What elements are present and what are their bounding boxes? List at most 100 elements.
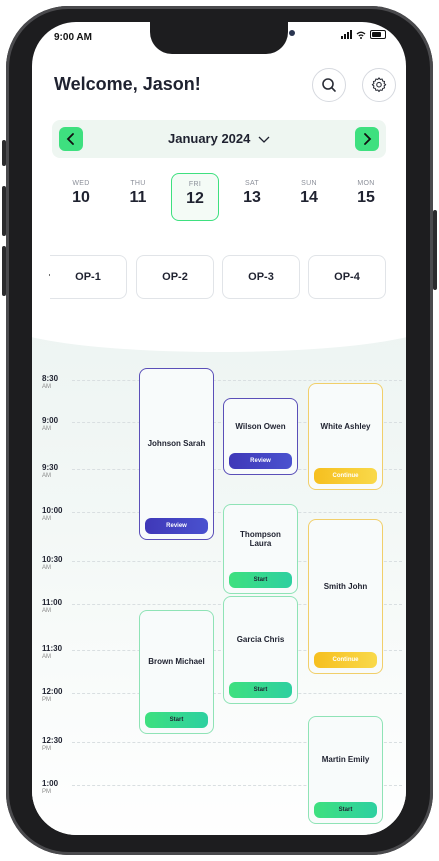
patient-name: Martin Emily: [321, 755, 370, 764]
day-number: 13: [243, 189, 261, 206]
day-dow: SUN: [301, 180, 317, 187]
status-time: 9:00 AM: [54, 32, 92, 43]
search-button[interactable]: [312, 68, 346, 102]
notch: [150, 22, 295, 54]
appointment-card[interactable]: Garcia Chris Start: [223, 596, 298, 704]
day-dow: SAT: [245, 180, 259, 187]
time-ampm: AM: [42, 654, 51, 660]
time-ampm: PM: [42, 697, 51, 703]
patient-name: White Ashley: [320, 421, 371, 431]
appointment-card[interactable]: Thompson Laura Start: [223, 504, 298, 594]
time-value: 8:30: [42, 374, 59, 383]
time-label: 10:30 AM: [42, 555, 62, 573]
continue-button[interactable]: Continue: [314, 468, 377, 484]
volume-down-button: [2, 246, 6, 296]
time-label: 8:30 AM: [42, 374, 58, 392]
op-tab-3[interactable]: OP-3: [222, 255, 300, 299]
gear-icon: [371, 77, 387, 93]
month-label[interactable]: January 2024: [52, 131, 386, 146]
patient-name: Garcia Chris: [236, 635, 285, 644]
power-button: [433, 210, 437, 290]
appointment-card[interactable]: Johnson Sarah Review: [139, 368, 214, 540]
day-dow: FRI: [188, 181, 202, 188]
day-number: 14: [300, 189, 318, 206]
patient-name: Thompson Laura: [240, 529, 281, 548]
time-ampm: AM: [42, 516, 51, 522]
signal-icon: [341, 30, 352, 39]
chevron-down-icon: [258, 136, 270, 143]
day-number: 12: [186, 190, 204, 207]
mute-switch: [2, 140, 6, 166]
camera-icon: [289, 30, 295, 36]
patient-name: Johnson Sarah: [147, 439, 206, 448]
search-icon: [322, 78, 336, 92]
wifi-icon: [356, 31, 366, 39]
start-button[interactable]: Start: [314, 802, 377, 818]
day-number: 15: [357, 189, 375, 206]
chevron-right-icon: [364, 133, 372, 145]
time-value: 12:30: [42, 736, 63, 745]
month-label-text: January 2024: [167, 131, 251, 146]
day-dow: WED: [72, 180, 90, 187]
review-button[interactable]: Review: [145, 518, 208, 534]
day-sat[interactable]: SAT 13: [230, 180, 274, 207]
start-button[interactable]: Start: [229, 572, 292, 588]
time-value: 10:00: [42, 506, 63, 515]
time-value: 12:00: [42, 687, 63, 696]
grid-line: [72, 380, 402, 381]
header-curve: [32, 292, 406, 352]
time-value: 11:00: [42, 598, 63, 607]
appointment-card[interactable]: Brown Michael Start: [139, 610, 214, 734]
time-label: 10:00 AM: [42, 506, 62, 524]
day-wed[interactable]: WED 10: [59, 180, 103, 207]
day-number: 10: [72, 189, 90, 206]
welcome-title: Welcome, Jason!: [54, 74, 201, 94]
day-sun[interactable]: SUN 14: [287, 180, 331, 207]
time-label: 12:00 PM: [42, 687, 62, 705]
time-ampm: AM: [42, 426, 51, 432]
start-button[interactable]: Start: [145, 712, 208, 728]
next-month-button[interactable]: [355, 127, 379, 151]
patient-name: Brown Michael: [148, 657, 205, 666]
continue-button[interactable]: Continue: [314, 652, 377, 668]
time-ampm: AM: [42, 473, 51, 479]
app-screen: 9:00 AM Welcome, Jason! January 2024 WED…: [32, 22, 406, 835]
day-fri-selected[interactable]: FRI 12: [171, 173, 219, 221]
time-label: 11:30 AM: [42, 644, 62, 662]
time-ampm: AM: [42, 384, 51, 390]
time-value: 10:30: [42, 555, 63, 564]
day-dow: THU: [130, 180, 146, 187]
time-value: 9:30: [42, 463, 59, 472]
op-tab-2[interactable]: OP-2: [136, 255, 214, 299]
time-ampm: AM: [42, 565, 51, 571]
appointment-card[interactable]: Smith John Continue: [308, 519, 383, 674]
review-button[interactable]: Review: [229, 453, 292, 469]
patient-name: Smith John: [323, 581, 368, 591]
appointment-card[interactable]: Martin Emily Start: [308, 716, 383, 824]
patient-name: Wilson Owen: [235, 421, 286, 431]
time-label: 12:30 PM: [42, 736, 62, 754]
settings-button[interactable]: [362, 68, 396, 102]
appointment-card[interactable]: White Ashley Continue: [308, 383, 383, 490]
time-label: 11:00 AM: [42, 598, 62, 616]
time-value: 11:30: [42, 644, 63, 653]
op-tab-1[interactable]: OP-1: [50, 255, 127, 299]
time-label: 9:00 AM: [42, 416, 58, 434]
op-tab-4[interactable]: OP-4: [308, 255, 386, 299]
day-number: 11: [129, 189, 147, 206]
status-icons: [341, 30, 386, 39]
appointment-card[interactable]: Wilson Owen Review: [223, 398, 298, 475]
time-ampm: PM: [42, 789, 51, 795]
time-value: 1:00: [42, 779, 59, 788]
time-ampm: PM: [42, 746, 51, 752]
time-label: 1:00 PM: [42, 779, 58, 797]
day-thu[interactable]: THU 11: [116, 180, 160, 207]
day-dow: MON: [357, 180, 375, 187]
day-mon[interactable]: MON 15: [344, 180, 388, 207]
time-value: 9:00: [42, 416, 59, 425]
battery-icon: [370, 30, 386, 39]
start-button[interactable]: Start: [229, 682, 292, 698]
time-ampm: AM: [42, 608, 51, 614]
month-selector: January 2024: [52, 120, 386, 158]
time-label: 9:30 AM: [42, 463, 58, 481]
